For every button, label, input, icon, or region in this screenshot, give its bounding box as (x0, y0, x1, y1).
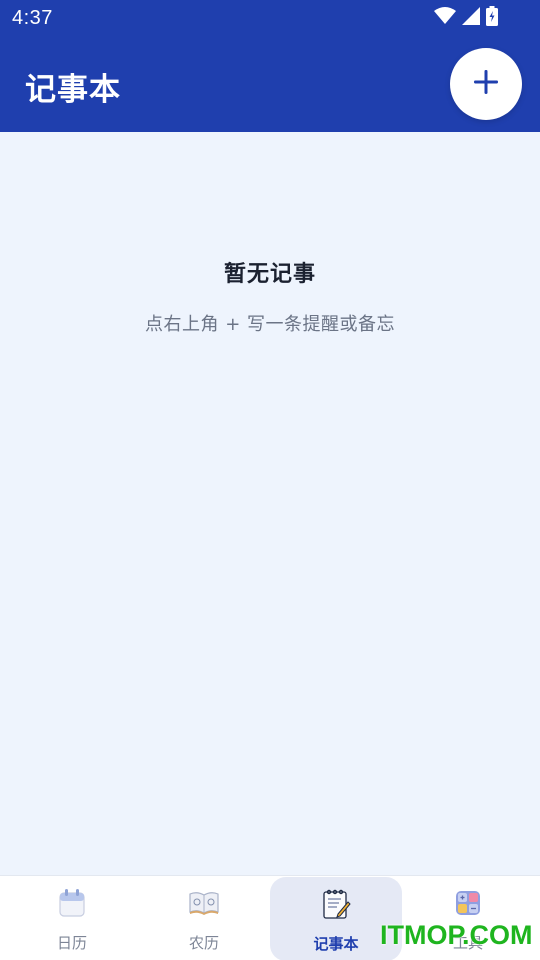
status-bar: 4:37 (0, 0, 540, 36)
status-time: 4:37 (12, 6, 53, 29)
notepad-icon (319, 887, 353, 921)
page-title: 记事本 (25, 72, 121, 108)
wifi-icon (434, 7, 456, 29)
empty-state-title: 暂无记事 (223, 262, 316, 287)
empty-state: 暂无记事 点右上角 + 写一条提醒或备忘 (0, 256, 540, 336)
nav-item-label: 农历 (188, 934, 219, 952)
plus-icon (473, 69, 499, 99)
tools-icon (451, 886, 485, 920)
watermark: ITMOP.COM (380, 920, 533, 950)
almanac-book-icon (187, 886, 221, 920)
signal-icon (462, 7, 480, 29)
nav-item-almanac[interactable]: 农历 (138, 876, 270, 960)
status-icons (434, 6, 498, 30)
nav-item-calendar[interactable]: 日历 (6, 876, 138, 960)
nav-item-label: 日历 (56, 934, 87, 952)
battery-charging-icon (486, 6, 498, 30)
add-note-button[interactable] (450, 48, 522, 120)
calendar-icon (55, 886, 89, 920)
nav-item-label: 记事本 (313, 935, 359, 953)
app-bar: 记事本 (0, 36, 540, 132)
empty-state-hint: 点右上角 + 写一条提醒或备忘 (144, 314, 396, 335)
